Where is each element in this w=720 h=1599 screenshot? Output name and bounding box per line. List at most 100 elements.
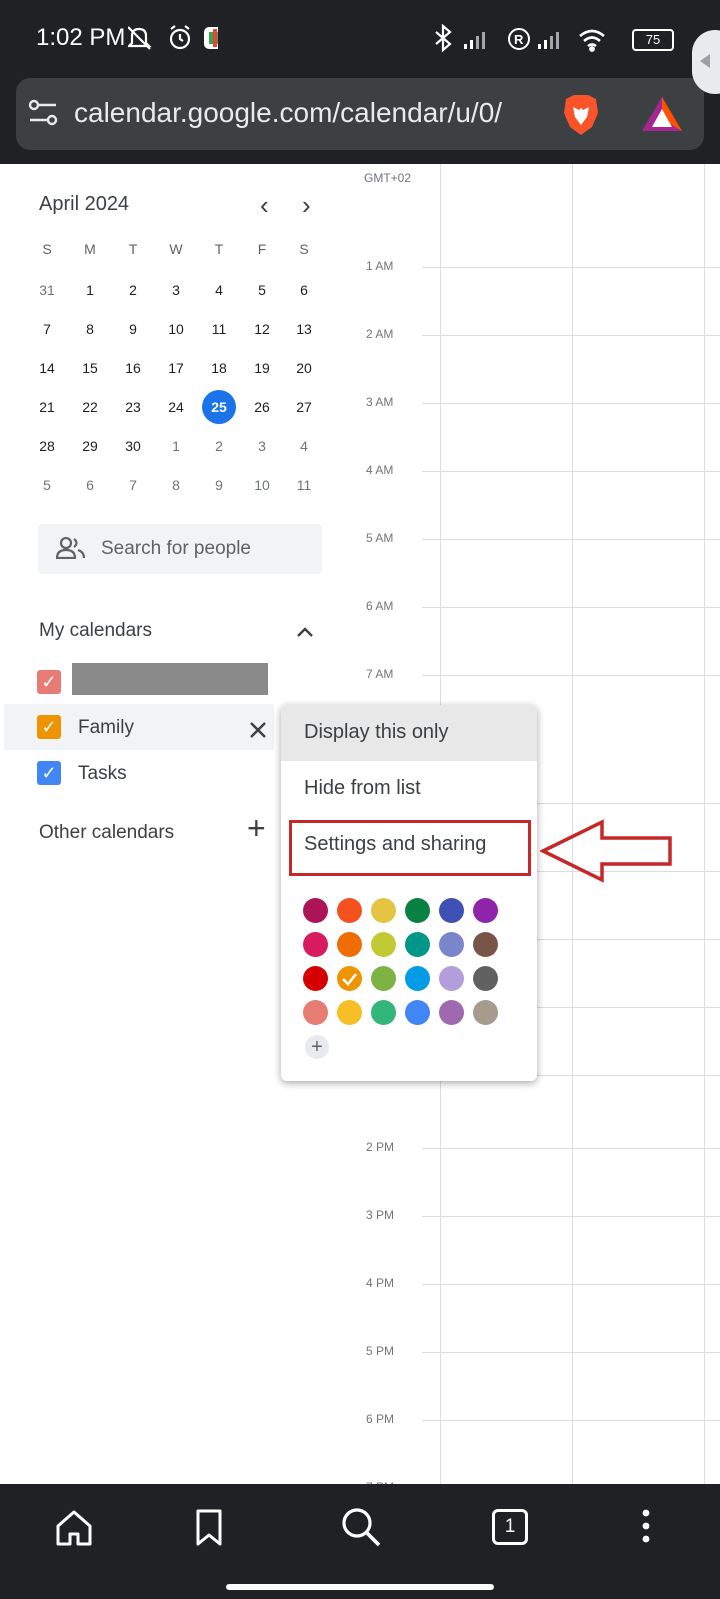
calendar-checkbox[interactable]: ✓ xyxy=(37,670,61,694)
color-swatch[interactable] xyxy=(371,966,396,991)
hour-gridline xyxy=(422,675,720,676)
calendar-day[interactable]: 9 xyxy=(113,314,153,344)
calendar-day[interactable]: 16 xyxy=(113,353,153,383)
color-swatch[interactable] xyxy=(405,932,430,957)
calendar-day[interactable]: 21 xyxy=(27,392,67,422)
calendar-label-tasks[interactable]: Tasks xyxy=(78,763,127,785)
calendar-day[interactable]: 27 xyxy=(284,392,324,422)
calendar-day[interactable]: 7 xyxy=(113,470,153,500)
url-text[interactable]: calendar.google.com/calendar/u/0/ xyxy=(74,97,502,129)
calendar-day[interactable]: 4 xyxy=(284,431,324,461)
color-swatch[interactable] xyxy=(473,1000,498,1025)
calendar-day[interactable]: 1 xyxy=(70,275,110,305)
calendar-day[interactable]: 3 xyxy=(242,431,282,461)
calendar-day[interactable]: 6 xyxy=(284,275,324,305)
color-swatch[interactable] xyxy=(337,1000,362,1025)
calendar-checkbox[interactable]: ✓ xyxy=(37,715,61,739)
calendar-day[interactable]: 14 xyxy=(27,353,67,383)
calendar-checkbox[interactable]: ✓ xyxy=(37,761,61,785)
calendar-day[interactable]: 4 xyxy=(199,275,239,305)
calendar-day[interactable]: 2 xyxy=(199,431,239,461)
color-swatch[interactable] xyxy=(405,898,430,923)
chevron-up-icon[interactable] xyxy=(296,626,314,638)
calendar-day[interactable]: 30 xyxy=(113,431,153,461)
calendar-day[interactable]: 22 xyxy=(70,392,110,422)
hour-gridline xyxy=(422,1216,720,1217)
hour-gridline xyxy=(422,607,720,608)
color-swatch[interactable] xyxy=(303,932,328,957)
calendar-day[interactable]: 12 xyxy=(242,314,282,344)
calendar-day[interactable]: 11 xyxy=(284,470,324,500)
calendar-day[interactable]: 3 xyxy=(156,275,196,305)
weekday-label: F xyxy=(257,241,267,257)
add-custom-color-button[interactable]: + xyxy=(305,1035,329,1059)
wifi-icon xyxy=(579,29,605,52)
calendar-day[interactable]: 10 xyxy=(156,314,196,344)
add-other-calendar-button[interactable]: + xyxy=(247,810,266,847)
color-swatch[interactable] xyxy=(303,898,328,923)
calendar-label-family[interactable]: Family xyxy=(78,717,134,739)
calendar-day[interactable]: 19 xyxy=(242,353,282,383)
calendar-day[interactable]: 9 xyxy=(199,470,239,500)
color-swatch[interactable] xyxy=(439,898,464,923)
brave-shield-icon[interactable] xyxy=(560,93,602,137)
brave-rewards-icon[interactable] xyxy=(640,95,684,135)
calendar-day[interactable]: 13 xyxy=(284,314,324,344)
calendar-day[interactable]: 17 xyxy=(156,353,196,383)
status-time: 1:02 PM xyxy=(36,24,126,51)
calendar-day[interactable]: 8 xyxy=(70,314,110,344)
calendar-day[interactable]: 2 xyxy=(113,275,153,305)
color-swatch[interactable] xyxy=(473,898,498,923)
today-date[interactable]: 25 xyxy=(199,390,239,424)
color-swatch[interactable] xyxy=(371,898,396,923)
tab-switcher-button[interactable]: 1 xyxy=(492,1509,528,1545)
hour-label: 4 AM xyxy=(366,463,394,477)
calendar-day[interactable]: 31 xyxy=(27,275,67,305)
menu-item-display-this-only[interactable]: Display this only xyxy=(281,705,537,761)
color-swatch[interactable] xyxy=(473,932,498,957)
calendar-day[interactable]: 10 xyxy=(242,470,282,500)
hour-gridline xyxy=(422,403,720,404)
color-swatch[interactable] xyxy=(439,966,464,991)
site-settings-icon[interactable] xyxy=(28,98,58,128)
more-options-icon[interactable] xyxy=(636,1508,656,1546)
calendar-day[interactable]: 29 xyxy=(70,431,110,461)
color-swatch[interactable] xyxy=(473,966,498,991)
app-icon xyxy=(204,27,218,49)
bookmark-icon[interactable] xyxy=(194,1508,224,1548)
color-swatch[interactable] xyxy=(303,1000,328,1025)
hour-gridline xyxy=(422,539,720,540)
color-swatch[interactable] xyxy=(337,898,362,923)
calendar-day[interactable]: 5 xyxy=(242,275,282,305)
color-swatch[interactable] xyxy=(405,966,430,991)
prev-month-button[interactable]: ‹ xyxy=(260,190,269,221)
calendar-day[interactable]: 18 xyxy=(199,353,239,383)
calendar-day[interactable]: 5 xyxy=(27,470,67,500)
calendar-day[interactable]: 8 xyxy=(156,470,196,500)
calendar-day[interactable]: 7 xyxy=(27,314,67,344)
calendar-day[interactable]: 26 xyxy=(242,392,282,422)
calendar-day[interactable]: 23 xyxy=(113,392,153,422)
my-calendars-title[interactable]: My calendars xyxy=(39,620,152,642)
next-month-button[interactable]: › xyxy=(302,190,311,221)
menu-item-hide-from-list[interactable]: Hide from list xyxy=(281,761,537,817)
home-icon[interactable] xyxy=(54,1508,94,1548)
color-swatch[interactable] xyxy=(405,1000,430,1025)
calendar-day[interactable]: 11 xyxy=(199,314,239,344)
search-icon[interactable] xyxy=(340,1506,382,1548)
calendar-day[interactable]: 28 xyxy=(27,431,67,461)
color-swatch[interactable] xyxy=(439,932,464,957)
chevron-left-icon xyxy=(700,54,710,68)
close-icon[interactable] xyxy=(248,720,268,740)
calendar-day[interactable]: 1 xyxy=(156,431,196,461)
color-swatch[interactable] xyxy=(371,1000,396,1025)
calendar-day[interactable]: 24 xyxy=(156,392,196,422)
calendar-day[interactable]: 6 xyxy=(70,470,110,500)
color-swatch[interactable] xyxy=(337,932,362,957)
color-swatch[interactable] xyxy=(303,966,328,991)
calendar-day[interactable]: 15 xyxy=(70,353,110,383)
color-swatch[interactable] xyxy=(439,1000,464,1025)
color-swatch[interactable] xyxy=(371,932,396,957)
color-swatch[interactable] xyxy=(337,966,362,991)
calendar-day[interactable]: 20 xyxy=(284,353,324,383)
